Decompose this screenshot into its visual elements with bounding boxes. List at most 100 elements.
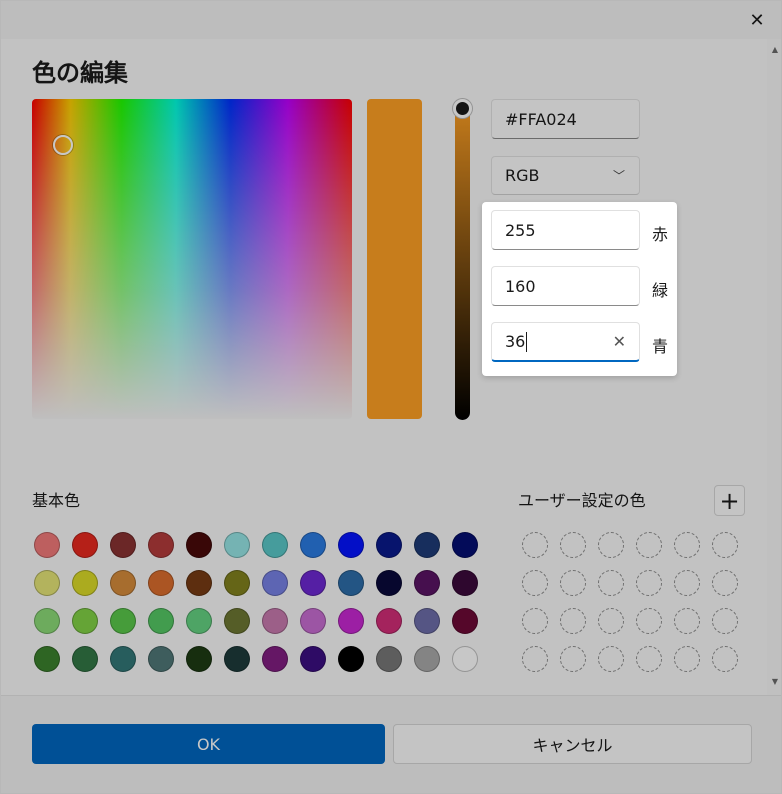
custom-color-grid	[522, 532, 762, 684]
blue-value: 36	[505, 332, 526, 351]
spectrum-handle[interactable]	[53, 135, 73, 155]
color-mode-select[interactable]: RGB ﹀	[491, 156, 640, 195]
green-input[interactable]: 160	[491, 266, 640, 306]
basic-color-swatch[interactable]	[224, 646, 250, 672]
basic-color-swatch[interactable]	[452, 646, 478, 672]
red-label: 赤	[652, 225, 669, 244]
custom-color-slot[interactable]	[674, 646, 700, 672]
basic-color-swatch[interactable]	[224, 570, 250, 596]
basic-color-swatch[interactable]	[186, 532, 212, 558]
custom-color-slot[interactable]	[560, 608, 586, 634]
custom-color-slot[interactable]	[560, 646, 586, 672]
add-custom-color-button[interactable]: +	[714, 485, 745, 516]
basic-color-swatch[interactable]	[148, 646, 174, 672]
custom-color-slot[interactable]	[560, 570, 586, 596]
basic-color-swatch[interactable]	[452, 532, 478, 558]
custom-color-slot[interactable]	[522, 570, 548, 596]
color-spectrum[interactable]	[32, 99, 352, 419]
basic-color-swatch[interactable]	[72, 532, 98, 558]
basic-color-swatch[interactable]	[110, 570, 136, 596]
basic-color-swatch[interactable]	[338, 646, 364, 672]
basic-color-swatch[interactable]	[376, 608, 402, 634]
color-preview	[367, 99, 422, 419]
custom-color-slot[interactable]	[636, 646, 662, 672]
green-value: 160	[505, 276, 536, 296]
basic-color-grid	[34, 532, 490, 684]
basic-color-swatch[interactable]	[414, 570, 440, 596]
custom-color-slot[interactable]	[636, 532, 662, 558]
custom-color-slot[interactable]	[522, 646, 548, 672]
basic-color-swatch[interactable]	[338, 570, 364, 596]
custom-color-slot[interactable]	[598, 608, 624, 634]
custom-color-slot[interactable]	[636, 570, 662, 596]
basic-color-swatch[interactable]	[148, 608, 174, 634]
custom-color-slot[interactable]	[674, 570, 700, 596]
red-input[interactable]: 255	[491, 210, 640, 250]
chevron-down-icon: ﹀	[612, 169, 625, 183]
basic-color-swatch[interactable]	[452, 570, 478, 596]
basic-color-swatch[interactable]	[376, 532, 402, 558]
basic-color-swatch[interactable]	[300, 570, 326, 596]
basic-color-swatch[interactable]	[338, 532, 364, 558]
custom-color-slot[interactable]	[598, 532, 624, 558]
basic-color-swatch[interactable]	[376, 570, 402, 596]
color-edit-dialog: ✕ ▲ ▼ 色の編集 #FFA024 RGB ﹀ 基本色 ユーザー設定の色 + …	[0, 0, 782, 794]
custom-color-slot[interactable]	[560, 532, 586, 558]
close-button[interactable]: ✕	[737, 3, 777, 37]
basic-color-swatch[interactable]	[262, 532, 288, 558]
basic-color-swatch[interactable]	[224, 532, 250, 558]
basic-color-swatch[interactable]	[72, 646, 98, 672]
basic-color-swatch[interactable]	[262, 608, 288, 634]
custom-color-slot[interactable]	[674, 532, 700, 558]
scroll-down-arrow-icon[interactable]: ▼	[772, 677, 778, 686]
cancel-button[interactable]: キャンセル	[393, 724, 752, 764]
scroll-up-arrow-icon[interactable]: ▲	[772, 45, 778, 54]
blue-label: 青	[652, 337, 669, 356]
basic-color-swatch[interactable]	[110, 532, 136, 558]
basic-color-swatch[interactable]	[34, 570, 60, 596]
blue-input[interactable]: 36 ✕	[491, 322, 640, 362]
basic-color-swatch[interactable]	[300, 646, 326, 672]
basic-color-swatch[interactable]	[72, 570, 98, 596]
basic-color-swatch[interactable]	[452, 608, 478, 634]
basic-color-swatch[interactable]	[34, 532, 60, 558]
basic-color-swatch[interactable]	[414, 608, 440, 634]
ok-button[interactable]: OK	[32, 724, 385, 764]
basic-color-swatch[interactable]	[338, 608, 364, 634]
basic-color-swatch[interactable]	[300, 608, 326, 634]
custom-color-slot[interactable]	[522, 608, 548, 634]
basic-color-swatch[interactable]	[34, 608, 60, 634]
basic-color-swatch[interactable]	[148, 532, 174, 558]
custom-color-slot[interactable]	[712, 532, 738, 558]
basic-color-swatch[interactable]	[262, 646, 288, 672]
clear-text-icon[interactable]: ✕	[613, 332, 626, 351]
basic-color-swatch[interactable]	[262, 570, 288, 596]
custom-color-slot[interactable]	[674, 608, 700, 634]
rgb-input-panel: 255 赤 160 緑 36 ✕ 青	[482, 202, 677, 376]
basic-color-swatch[interactable]	[414, 532, 440, 558]
custom-color-slot[interactable]	[598, 570, 624, 596]
basic-color-swatch[interactable]	[72, 608, 98, 634]
basic-color-swatch[interactable]	[148, 570, 174, 596]
custom-color-slot[interactable]	[712, 570, 738, 596]
custom-color-slot[interactable]	[712, 646, 738, 672]
value-slider[interactable]	[455, 102, 470, 420]
red-value: 255	[505, 220, 536, 240]
basic-color-swatch[interactable]	[186, 608, 212, 634]
basic-color-swatch[interactable]	[110, 608, 136, 634]
basic-color-swatch[interactable]	[110, 646, 136, 672]
basic-color-swatch[interactable]	[376, 646, 402, 672]
custom-color-slot[interactable]	[636, 608, 662, 634]
hex-input[interactable]: #FFA024	[491, 99, 640, 139]
value-slider-thumb[interactable]	[453, 99, 472, 118]
basic-color-swatch[interactable]	[186, 646, 212, 672]
basic-color-swatch[interactable]	[224, 608, 250, 634]
custom-color-slot[interactable]	[598, 646, 624, 672]
basic-color-swatch[interactable]	[300, 532, 326, 558]
basic-color-swatch[interactable]	[186, 570, 212, 596]
scrollbar[interactable]	[767, 39, 781, 695]
basic-color-swatch[interactable]	[34, 646, 60, 672]
custom-color-slot[interactable]	[712, 608, 738, 634]
basic-color-swatch[interactable]	[414, 646, 440, 672]
custom-color-slot[interactable]	[522, 532, 548, 558]
